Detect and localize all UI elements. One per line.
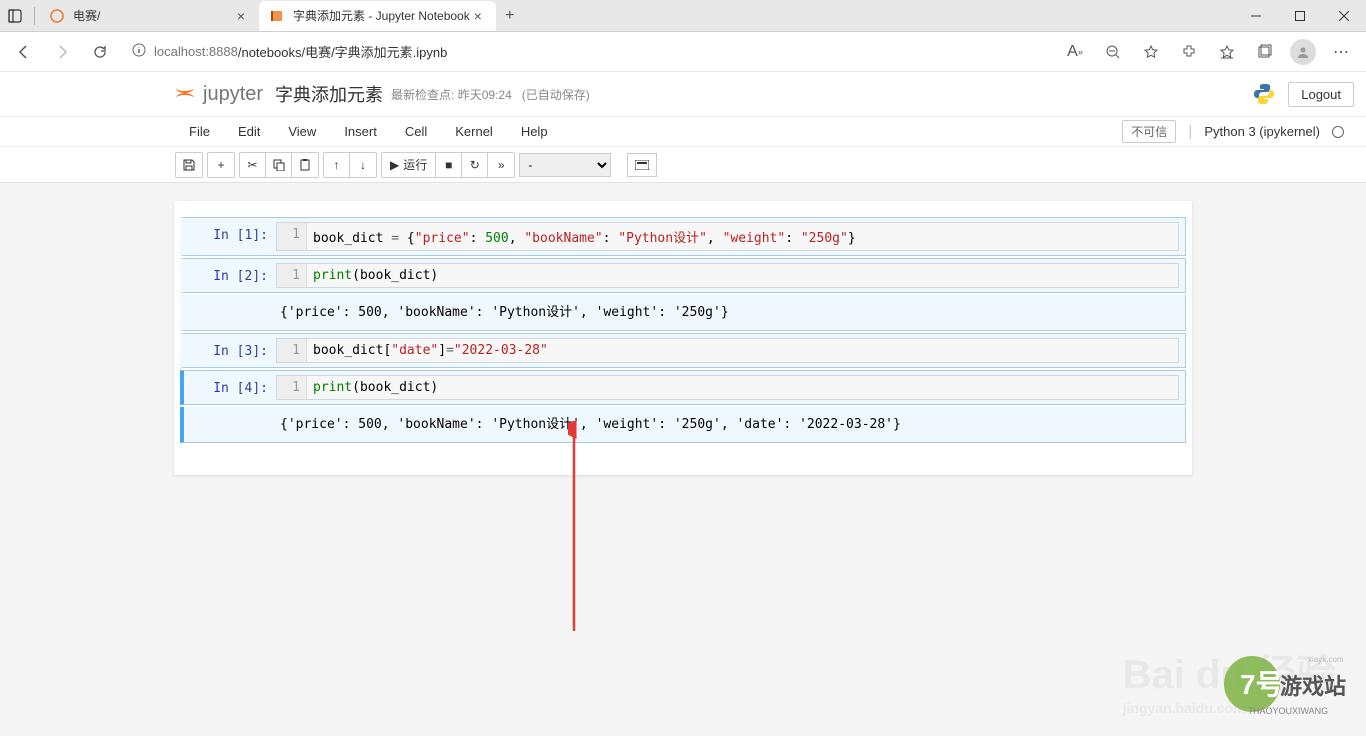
code-cell[interactable]: In [1]:1book_dict = {"price": 500, "book… xyxy=(180,217,1186,256)
browser-tab-bar: 电赛/ × 字典添加元素 - Jupyter Notebook × + xyxy=(0,0,1366,32)
url-path: /notebooks/电赛/字典添加元素.ipynb xyxy=(238,42,448,61)
tab-title: 电赛/ xyxy=(73,7,233,24)
jupyter-logo-icon xyxy=(175,83,197,105)
site-info-icon[interactable] xyxy=(132,43,146,60)
baidu-watermark: Bai du 经验 jingyan.baidu.com xyxy=(1123,642,1336,716)
window-maximize-button[interactable] xyxy=(1278,0,1322,32)
code-editor[interactable]: 1book_dict["date"]="2022-03-28" xyxy=(276,338,1179,363)
logout-button[interactable]: Logout xyxy=(1288,82,1354,107)
line-number: 1 xyxy=(277,223,307,250)
window-close-button[interactable] xyxy=(1322,0,1366,32)
profile-avatar[interactable] xyxy=(1286,36,1320,68)
paste-button[interactable] xyxy=(292,153,318,177)
tab-title: 字典添加元素 - Jupyter Notebook xyxy=(293,7,470,24)
trust-indicator[interactable]: 不可信 xyxy=(1122,120,1176,143)
url-host: localhost xyxy=(154,44,205,59)
cell-type-select[interactable]: - xyxy=(519,153,611,177)
zoom-out-icon[interactable] xyxy=(1096,36,1130,68)
line-number: 1 xyxy=(277,264,307,287)
read-aloud-icon[interactable]: A» xyxy=(1058,36,1092,68)
collections-icon[interactable] xyxy=(1248,36,1282,68)
copy-button[interactable] xyxy=(266,153,292,177)
input-prompt: In [3]: xyxy=(190,338,276,363)
tabs-overview-button[interactable] xyxy=(0,0,30,32)
menu-bar: FileEditViewInsertCellKernelHelp 不可信 | P… xyxy=(0,116,1366,146)
kernel-name[interactable]: Python 3 (ipykernel) xyxy=(1204,124,1320,139)
move-up-button[interactable]: ↑ xyxy=(324,153,350,177)
new-tab-button[interactable]: + xyxy=(496,2,524,30)
code-cell[interactable]: In [2]:1print(book_dict) xyxy=(180,258,1186,293)
svg-text:7HAOYOUXIWANG: 7HAOYOUXIWANG xyxy=(1248,706,1328,716)
menu-cell[interactable]: Cell xyxy=(391,124,441,139)
save-button[interactable] xyxy=(176,153,202,177)
menu-kernel[interactable]: Kernel xyxy=(441,124,507,139)
code-line[interactable]: print(book_dict) xyxy=(307,376,444,399)
code-line[interactable]: print(book_dict) xyxy=(307,264,444,287)
menu-file[interactable]: File xyxy=(175,124,224,139)
more-menu-icon[interactable]: ⋯ xyxy=(1324,36,1358,68)
cell-output: {'price': 500, 'bookName': 'Python设计', '… xyxy=(276,407,1179,438)
menu-help[interactable]: Help xyxy=(507,124,562,139)
notebook-title[interactable]: 字典添加元素 xyxy=(275,81,383,107)
add-cell-button[interactable]: + xyxy=(208,153,234,177)
line-number: 1 xyxy=(277,376,307,399)
code-cell[interactable]: In [3]:1book_dict["date"]="2022-03-28" xyxy=(180,333,1186,368)
python-logo-icon xyxy=(1252,82,1276,106)
back-button[interactable] xyxy=(8,36,40,68)
browser-tab-2-active[interactable]: 字典添加元素 - Jupyter Notebook × xyxy=(259,1,496,31)
line-number: 1 xyxy=(277,339,307,362)
fast-forward-button[interactable]: » xyxy=(488,153,514,177)
jupyter-header: jupyter 字典添加元素 最新检查点: 昨天09:24 (已自动保存) Lo… xyxy=(0,72,1366,116)
browser-tab-1[interactable]: 电赛/ × xyxy=(39,1,259,31)
command-palette-button[interactable] xyxy=(627,153,657,177)
tab-close-icon[interactable]: × xyxy=(470,8,486,24)
menu-edit[interactable]: Edit xyxy=(224,124,274,139)
divider xyxy=(34,7,35,25)
code-cell[interactable]: In [4]:1print(book_dict) xyxy=(180,370,1186,405)
favorite-icon[interactable] xyxy=(1134,36,1168,68)
jupyter-favicon-icon xyxy=(49,8,65,24)
svg-text:7号: 7号 xyxy=(1240,669,1284,700)
menu-insert[interactable]: Insert xyxy=(330,124,391,139)
code-editor[interactable]: 1print(book_dict) xyxy=(276,375,1179,400)
game-site-watermark: 7号 游戏站 7HAOYOUXIWANG xiayx.com xyxy=(1214,650,1354,724)
tab-close-icon[interactable]: × xyxy=(233,8,249,24)
forward-button[interactable] xyxy=(46,36,78,68)
input-prompt: In [2]: xyxy=(190,263,276,288)
move-down-button[interactable]: ↓ xyxy=(350,153,376,177)
kernel-status-icon xyxy=(1332,126,1344,138)
input-prompt: In [4]: xyxy=(190,375,276,400)
window-minimize-button[interactable] xyxy=(1234,0,1278,32)
cell-output: {'price': 500, 'bookName': 'Python设计', '… xyxy=(276,295,1179,326)
notebook-body: In [1]:1book_dict = {"price": 500, "book… xyxy=(174,201,1192,475)
jupyter-logo-text: jupyter xyxy=(203,83,263,106)
svg-text:xiayx.com: xiayx.com xyxy=(1308,655,1344,664)
code-line[interactable]: book_dict["date"]="2022-03-28" xyxy=(307,339,554,362)
code-editor[interactable]: 1book_dict = {"price": 500, "bookName": … xyxy=(276,222,1179,251)
code-editor[interactable]: 1print(book_dict) xyxy=(276,263,1179,288)
svg-text:游戏站: 游戏站 xyxy=(1280,674,1346,699)
input-prompt: In [1]: xyxy=(190,222,276,251)
checkpoint-info: 最新检查点: 昨天09:24 (已自动保存) xyxy=(391,86,590,103)
url-port: :8888 xyxy=(205,44,238,59)
stop-button[interactable]: ■ xyxy=(436,153,462,177)
refresh-button[interactable] xyxy=(84,36,116,68)
menu-view[interactable]: View xyxy=(274,124,330,139)
restart-button[interactable]: ↻ xyxy=(462,153,488,177)
address-bar: localhost:8888/notebooks/电赛/字典添加元素.ipynb… xyxy=(0,32,1366,72)
annotation-arrow xyxy=(568,421,588,646)
favorites-bar-icon[interactable] xyxy=(1210,36,1244,68)
cut-button[interactable]: ✂ xyxy=(240,153,266,177)
url-input[interactable]: localhost:8888/notebooks/电赛/字典添加元素.ipynb xyxy=(122,37,1052,67)
code-line[interactable]: book_dict = {"price": 500, "bookName": "… xyxy=(307,223,862,250)
jupyter-logo[interactable]: jupyter xyxy=(175,83,263,106)
toolbar: + ✂ ↑ ↓ ▶ 运行 ■ ↻ » - xyxy=(0,146,1366,182)
extensions-icon[interactable] xyxy=(1172,36,1206,68)
notebook-favicon-icon xyxy=(269,8,285,24)
run-button[interactable]: ▶ 运行 xyxy=(382,153,436,177)
